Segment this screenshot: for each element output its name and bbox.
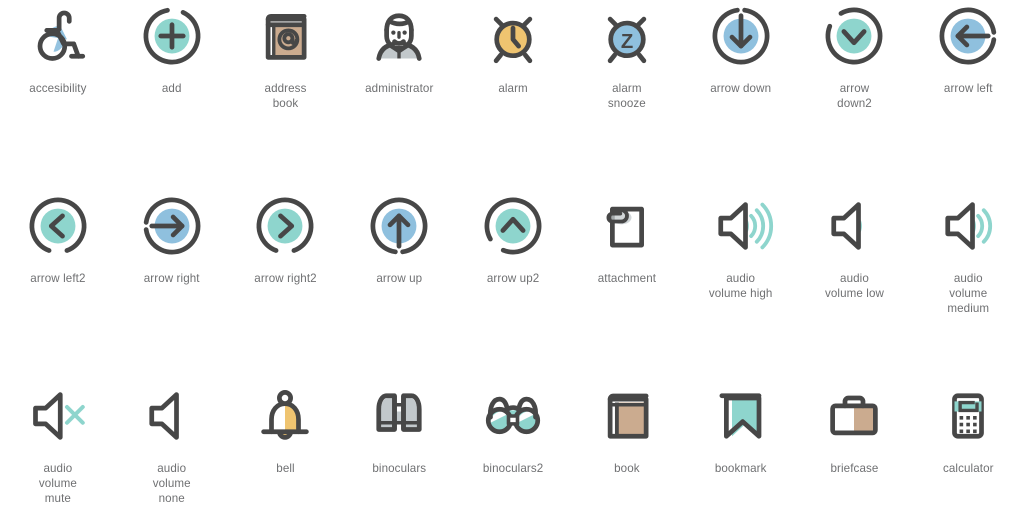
icon-label: arrow down2: [837, 82, 872, 110]
icon-cell-accesibility[interactable]: accesibility: [1, 0, 115, 190]
icon-label: book: [614, 462, 640, 475]
attachment-icon: [606, 206, 644, 248]
briefcase-icon: [830, 395, 879, 436]
arrow-left-icon: [939, 7, 997, 65]
icon-label: audio volume medium: [947, 272, 990, 315]
icon-label: binoculars: [372, 462, 427, 475]
icon-cell-binoculars2[interactable]: binoculars2: [456, 380, 570, 516]
alarm-snooze-icon: Z: [607, 16, 647, 64]
icon-label: alarm snooze: [607, 82, 646, 110]
arrow-up-icon: [370, 197, 428, 255]
icon-label: administrator: [365, 82, 434, 95]
icon-label: arrow right: [143, 272, 200, 285]
icon-label: arrow down: [710, 82, 772, 95]
icon-label: attachment: [597, 272, 657, 285]
icon-cell-audio-volume-none[interactable]: audio volume none: [115, 380, 229, 516]
icon-label: binoculars2: [482, 462, 544, 475]
icon-cell-arrow-right2[interactable]: arrow right2: [229, 190, 343, 380]
icon-cell-arrow-up2[interactable]: arrow up2: [456, 190, 570, 380]
icon-sheet: accesibility add address book administra…: [0, 0, 1024, 516]
audio-volume-none-icon: [149, 392, 179, 440]
icon-cell-binoculars[interactable]: binoculars: [342, 380, 456, 516]
icon-label: add: [161, 82, 182, 95]
icon-label: arrow left2: [30, 272, 86, 285]
icon-label: audio volume high: [708, 272, 773, 300]
book-icon: [607, 393, 649, 439]
icon-cell-arrow-down[interactable]: arrow down: [684, 0, 798, 190]
icon-label: arrow up2: [486, 272, 540, 285]
icon-cell-address-book[interactable]: address book: [229, 0, 343, 190]
bell-icon: [261, 390, 310, 440]
icon-label: bookmark: [714, 462, 767, 475]
arrow-right2-icon: [257, 197, 314, 253]
arrow-left2-icon: [29, 197, 87, 253]
icon-cell-audio-volume-high[interactable]: audio volume high: [684, 190, 798, 380]
audio-volume-mute-icon: [33, 392, 85, 440]
icon-cell-alarm-snooze[interactable]: Z alarm snooze: [570, 0, 684, 190]
icon-cell-alarm[interactable]: alarm: [456, 0, 570, 190]
icon-label: bell: [276, 462, 295, 475]
icon-cell-administrator[interactable]: administrator: [342, 0, 456, 190]
alarm-icon: [493, 16, 533, 64]
icon-label: calculator: [942, 462, 994, 475]
arrow-up2-icon: [484, 197, 542, 255]
audio-volume-medium-icon: [945, 202, 993, 250]
add-icon: [143, 7, 201, 65]
icon-cell-attachment[interactable]: attachment: [570, 190, 684, 380]
arrow-right-icon: [143, 197, 201, 255]
icon-label: audio volume low: [824, 272, 884, 300]
icon-cell-arrow-left[interactable]: arrow left: [911, 0, 1024, 190]
icon-label: arrow left: [943, 82, 993, 95]
icon-label: arrow right2: [254, 272, 317, 285]
icon-label: arrow up: [376, 272, 423, 285]
icon-label: audio volume mute: [38, 462, 77, 505]
address-book-icon: [266, 13, 307, 60]
icon-cell-add[interactable]: add: [115, 0, 229, 190]
binoculars-icon: [376, 393, 422, 432]
icon-cell-briefcase[interactable]: briefcase: [798, 380, 912, 516]
icon-cell-bookmark[interactable]: bookmark: [684, 380, 798, 516]
icon-cell-audio-volume-mute[interactable]: audio volume mute: [1, 380, 115, 516]
icon-label: alarm: [498, 82, 528, 95]
audio-volume-low-icon: [831, 202, 863, 250]
calculator-icon: [952, 393, 985, 439]
icon-cell-arrow-down2[interactable]: arrow down2: [798, 0, 912, 190]
arrow-down2-icon: [826, 7, 883, 65]
icon-cell-bell[interactable]: bell: [229, 380, 343, 516]
icon-cell-arrow-right[interactable]: arrow right: [115, 190, 229, 380]
svg-text:Z: Z: [621, 31, 633, 53]
icon-label: accesibility: [29, 82, 87, 95]
icon-cell-book[interactable]: book: [570, 380, 684, 516]
arrow-down-icon: [712, 7, 770, 65]
binoculars2-icon: [485, 396, 541, 435]
icon-label: audio volume none: [152, 462, 191, 505]
icon-cell-arrow-left2[interactable]: arrow left2: [1, 190, 115, 380]
administrator-icon: [376, 13, 422, 61]
accesibility-icon: [37, 10, 86, 61]
icon-cell-audio-volume-low[interactable]: audio volume low: [798, 190, 912, 380]
audio-volume-high-icon: [718, 202, 773, 250]
icon-cell-audio-volume-medium[interactable]: audio volume medium: [911, 190, 1024, 380]
bookmark-icon: [719, 393, 762, 439]
icon-cell-calculator[interactable]: calculator: [911, 380, 1024, 516]
icon-label: briefcase: [830, 462, 879, 475]
icon-label: address book: [264, 82, 307, 110]
icon-cell-arrow-up[interactable]: arrow up: [342, 190, 456, 380]
